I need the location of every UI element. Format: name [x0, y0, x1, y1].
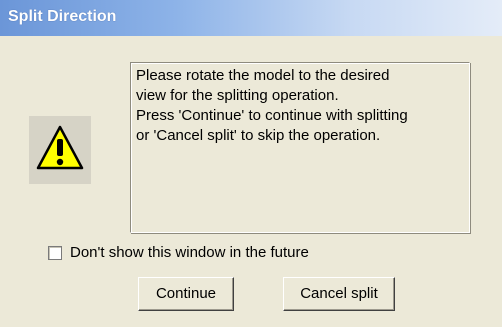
dont-show-checkbox[interactable]	[48, 246, 62, 260]
message-line: Please rotate the model to the desired	[136, 67, 390, 84]
split-direction-dialog: Split Direction Please rotate the model …	[0, 0, 502, 327]
continue-button[interactable]: Continue	[138, 277, 234, 311]
warning-icon-box	[29, 116, 91, 184]
message-line: Press 'Continue' to continue with splitt…	[136, 107, 408, 124]
cancel-split-button[interactable]: Cancel split	[283, 277, 395, 311]
warning-icon	[36, 125, 84, 170]
window-title: Split Direction	[8, 8, 117, 25]
title-bar[interactable]: Split Direction	[0, 0, 502, 36]
message-line: view for the splitting operation.	[136, 87, 339, 104]
dont-show-label[interactable]: Don't show this window in the future	[70, 244, 309, 261]
message-panel: Please rotate the model to the desired v…	[130, 62, 470, 233]
message-line: or 'Cancel split' to skip the operation.	[136, 127, 381, 144]
